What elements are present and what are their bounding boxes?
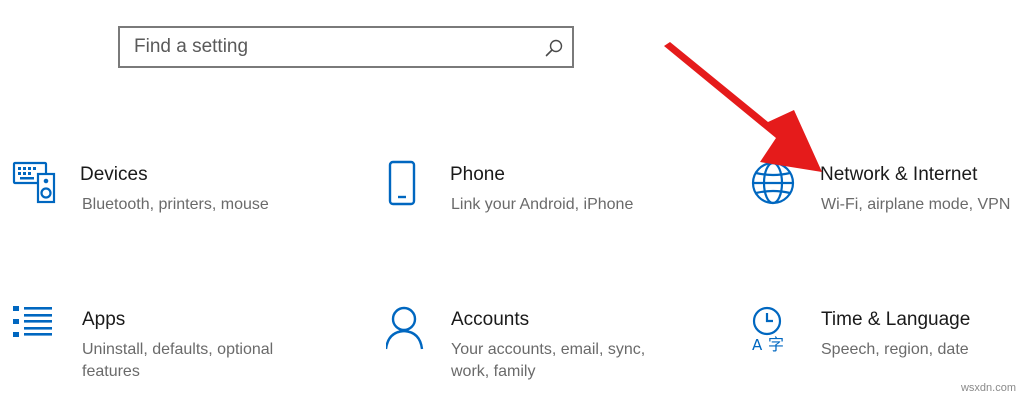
tile-title: Accounts [451, 309, 530, 330]
annotation-arrow-icon [664, 42, 822, 172]
watermark: wsxdn.com [960, 382, 1016, 394]
tile-apps[interactable]: Apps Uninstall, defaults, optional featu… [12, 305, 312, 405]
tile-description: Bluetooth, printers, mouse [82, 196, 269, 213]
svg-text:字: 字 [768, 335, 784, 354]
tile-network-internet[interactable]: Network & Internet Wi-Fi, airplane mode,… [750, 160, 1024, 260]
tile-title: Devices [80, 164, 148, 185]
tile-title: Apps [82, 309, 126, 330]
search-input[interactable] [134, 28, 534, 66]
tile-accounts[interactable]: Accounts Your accounts, email, sync, wor… [386, 305, 686, 405]
tile-description: Your accounts, email, sync, work, family [451, 341, 646, 380]
globe-icon [751, 161, 795, 205]
person-icon [386, 306, 424, 350]
tile-title: Time & Language [821, 309, 971, 330]
tile-description: Wi-Fi, airplane mode, VPN [821, 196, 1011, 213]
svg-text:A: A [752, 336, 763, 354]
phone-icon [388, 160, 416, 206]
search-icon[interactable] [544, 38, 564, 58]
tile-description: Uninstall, defaults, optional features [82, 341, 274, 380]
tile-devices[interactable]: Devices Bluetooth, printers, mouse [12, 160, 312, 260]
tile-description: Link your Android, iPhone [451, 196, 634, 213]
tile-phone[interactable]: Phone Link your Android, iPhone [386, 160, 686, 260]
apps-list-icon [13, 306, 52, 337]
tile-title: Network & Internet [820, 164, 978, 185]
time-language-icon: A 字 [752, 306, 784, 354]
tile-title: Phone [450, 164, 505, 185]
tile-description: Speech, region, date [821, 341, 969, 358]
devices-icon [12, 161, 56, 204]
search-box[interactable] [118, 26, 574, 68]
